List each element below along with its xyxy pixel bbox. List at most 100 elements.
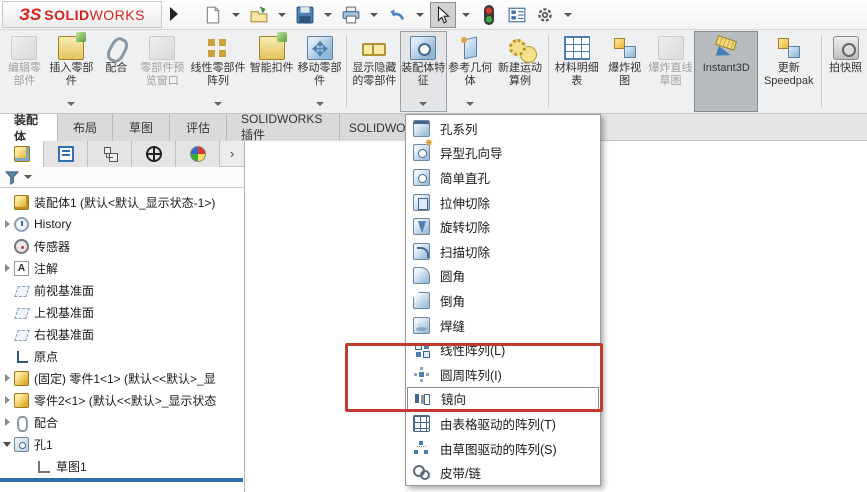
print-dropdown-arrow[interactable] xyxy=(370,13,378,17)
undo-icon xyxy=(388,6,406,24)
assembly-icon xyxy=(14,195,29,210)
menu-item-simple-hole[interactable]: 简单直孔 xyxy=(406,165,600,190)
ribbon-separator xyxy=(548,35,549,108)
tree-item-mates[interactable]: 配合 xyxy=(0,411,244,433)
menu-item-swept-cut[interactable]: 扫描切除 xyxy=(406,239,600,264)
ribbon-separator xyxy=(821,35,822,108)
new-motion-study-icon xyxy=(507,36,533,60)
new-motion-study-button[interactable]: 新建运动算例 xyxy=(494,31,547,112)
task-pane-button[interactable] xyxy=(504,2,530,28)
tab-solidworks-addins[interactable]: SOLIDWORKS 插件 xyxy=(227,114,340,141)
save-icon xyxy=(296,6,314,24)
collapse-arrow[interactable] xyxy=(0,442,14,447)
reference-geometry-dropdown-arrow[interactable] xyxy=(466,102,474,106)
displaymanager-tab[interactable] xyxy=(176,141,220,167)
show-hidden-components-button[interactable]: 显示隐藏的零部件 xyxy=(349,31,400,112)
expand-arrow[interactable] xyxy=(0,374,14,382)
explode-line-sketch-icon xyxy=(658,36,684,60)
tab-evaluate[interactable]: 评估 xyxy=(170,114,227,141)
tab-assembly[interactable]: 装配体 xyxy=(0,114,58,141)
rollback-bar[interactable] xyxy=(0,478,243,482)
open-button[interactable] xyxy=(246,2,272,28)
linear-pattern-dropdown-arrow[interactable] xyxy=(214,102,222,106)
mate-button[interactable]: 配合 xyxy=(96,31,137,112)
tree-item-origin[interactable]: 原点 xyxy=(0,345,244,367)
plane-icon xyxy=(14,305,29,320)
menu-item-belt-chain[interactable]: 皮带/链 xyxy=(406,460,600,485)
move-component-dropdown-arrow[interactable] xyxy=(316,102,324,106)
part-icon xyxy=(14,371,29,386)
expand-arrow[interactable] xyxy=(0,418,14,426)
revolved-cut-icon xyxy=(413,218,430,235)
propertymanager-tab[interactable] xyxy=(44,141,88,167)
tree-item-assembly-root[interactable]: 装配体1 (默认<默认_显示状态-1>) xyxy=(0,191,244,213)
undo-button[interactable] xyxy=(384,2,410,28)
tree-item-history[interactable]: History xyxy=(0,213,244,235)
configurationmanager-tab[interactable] xyxy=(88,141,132,167)
menu-item-revolved-cut[interactable]: 旋转切除 xyxy=(406,214,600,239)
annotation-rectangle xyxy=(345,343,603,412)
expand-arrow[interactable] xyxy=(0,264,14,272)
tree-filter-row[interactable] xyxy=(0,167,244,188)
tree-item-top-plane[interactable]: 上视基准面 xyxy=(0,301,244,323)
new-dropdown-arrow[interactable] xyxy=(232,13,240,17)
insert-component-button[interactable]: 插入零部件 xyxy=(47,31,96,112)
tree-item-sketch1[interactable]: 草图1 xyxy=(0,455,244,477)
expand-arrow[interactable] xyxy=(0,220,14,228)
tree-item-annotations[interactable]: A 注解 xyxy=(0,257,244,279)
take-snapshot-button[interactable]: 拍快照 xyxy=(824,31,867,112)
open-dropdown-arrow[interactable] xyxy=(278,13,286,17)
menu-item-hole-series[interactable]: 孔系列 xyxy=(406,116,600,141)
save-button[interactable] xyxy=(292,2,318,28)
options-button[interactable] xyxy=(532,2,558,28)
origin-icon xyxy=(14,349,29,364)
command-ribbon: 编辑零部件 插入零部件 配合 零部件预览窗口 线性零部件阵列 智能扣件 移动零部… xyxy=(0,30,867,113)
exploded-view-button[interactable]: 爆炸视图 xyxy=(602,31,647,112)
update-speedpak-button[interactable]: 更新 Speedpak xyxy=(758,31,819,112)
hole-feature-icon xyxy=(14,437,29,452)
menu-item-extruded-cut[interactable]: 拉伸切除 xyxy=(406,190,600,215)
expand-panel-chevron[interactable]: › xyxy=(220,141,244,166)
menu-item-hole-wizard[interactable]: 异型孔向导 xyxy=(406,141,600,166)
undo-dropdown-arrow[interactable] xyxy=(416,13,424,17)
insert-component-dropdown-arrow[interactable] xyxy=(67,102,75,106)
dimxpert-tab[interactable] xyxy=(132,141,176,167)
smart-fasteners-button[interactable]: 智能扣件 xyxy=(248,31,295,112)
menu-item-sketch-driven-pattern[interactable]: 由草图驱动的阵列(S) xyxy=(406,436,600,461)
linear-component-pattern-button[interactable]: 线性零部件阵列 xyxy=(188,31,249,112)
tree-item-part2[interactable]: 零件2<1> (默认<<默认>_显示状态 xyxy=(0,389,244,411)
menu-item-fillet[interactable]: 圆角 xyxy=(406,264,600,289)
tree-item-hole1[interactable]: 孔1 xyxy=(0,433,244,455)
tree-item-part1[interactable]: (固定) 零件1<1> (默认<<默认>_显 xyxy=(0,367,244,389)
menu-flyout-arrow-icon[interactable] xyxy=(170,7,178,21)
filter-dropdown-arrow[interactable] xyxy=(24,175,32,179)
new-document-button[interactable] xyxy=(200,2,226,28)
select-button[interactable] xyxy=(430,2,456,28)
move-component-button[interactable]: 移动零部件 xyxy=(295,31,344,112)
mate-icon xyxy=(103,36,129,60)
tab-layout[interactable]: 布局 xyxy=(58,114,113,141)
extruded-cut-icon xyxy=(413,194,430,211)
menu-item-chamfer[interactable]: 倒角 xyxy=(406,288,600,313)
assembly-features-button[interactable]: 装配体特征 xyxy=(400,31,447,112)
rebuild-button[interactable] xyxy=(476,2,502,28)
save-dropdown-arrow[interactable] xyxy=(324,13,332,17)
menu-item-weld-bead[interactable]: 焊缝 xyxy=(406,313,600,338)
expand-arrow[interactable] xyxy=(0,396,14,404)
move-component-icon xyxy=(307,36,333,60)
instant3d-button[interactable]: Instant3D xyxy=(694,31,758,112)
mates-icon xyxy=(14,415,29,430)
logo-text: SOLIDWORKS xyxy=(44,7,145,23)
tree-item-front-plane[interactable]: 前视基准面 xyxy=(0,279,244,301)
reference-geometry-button[interactable]: 参考几何体 xyxy=(447,31,494,112)
print-button[interactable] xyxy=(338,2,364,28)
menu-item-table-driven-pattern[interactable]: 由表格驱动的阵列(T) xyxy=(406,411,600,436)
tree-item-right-plane[interactable]: 右视基准面 xyxy=(0,323,244,345)
tree-item-sensors[interactable]: 传感器 xyxy=(0,235,244,257)
options-dropdown-arrow[interactable] xyxy=(564,13,572,17)
select-dropdown-arrow[interactable] xyxy=(462,13,470,17)
bill-of-materials-button[interactable]: 材料明细表 xyxy=(551,31,602,112)
assembly-features-dropdown-arrow[interactable] xyxy=(419,102,427,106)
tab-sketch[interactable]: 草图 xyxy=(113,114,170,141)
featuremanager-tab[interactable] xyxy=(0,141,44,167)
